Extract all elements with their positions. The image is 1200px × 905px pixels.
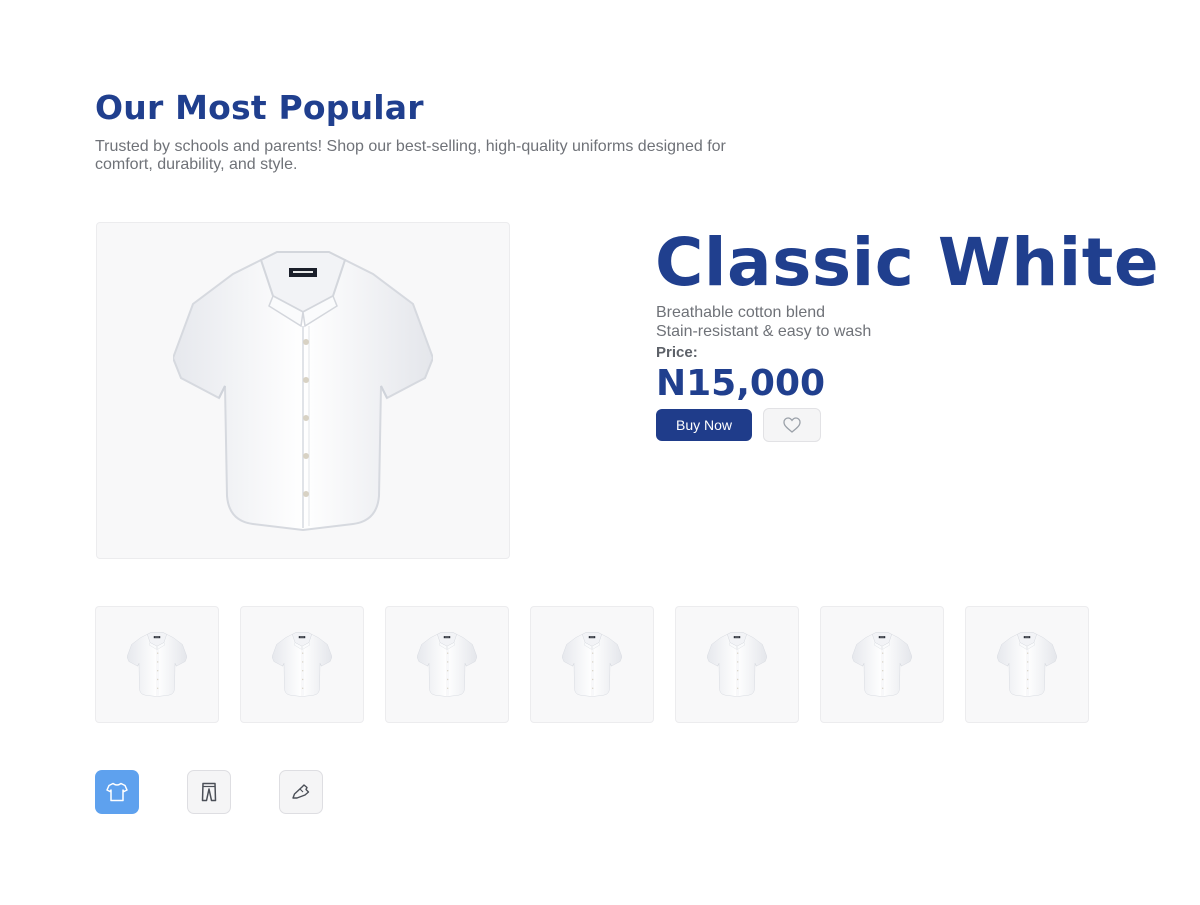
section-title: Our Most Popular (95, 88, 424, 127)
heart-icon (783, 417, 801, 433)
main-product-image (96, 222, 510, 559)
white-shirt-image (127, 631, 187, 698)
thumbnail[interactable] (820, 606, 944, 723)
white-shirt-image (417, 631, 477, 698)
white-shirt-image (852, 631, 912, 698)
thumbnail[interactable] (240, 606, 364, 723)
white-shirt-image (172, 246, 434, 536)
category-trousers-button[interactable] (187, 770, 231, 814)
thumbnail[interactable] (530, 606, 654, 723)
product-feature: Stain-resistant & easy to wash (656, 323, 872, 340)
category-shirts-button[interactable] (95, 770, 139, 814)
white-shirt-image (562, 631, 622, 698)
white-shirt-image (707, 631, 767, 698)
product-name: Classic White (655, 224, 1160, 301)
white-shirt-image (997, 631, 1057, 698)
thumbnail[interactable] (95, 606, 219, 723)
price-label: Price: (656, 344, 698, 361)
section-subtitle: Trusted by schools and parents! Shop our… (95, 138, 726, 173)
buy-now-button[interactable]: Buy Now (656, 409, 752, 441)
white-shirt-image (272, 631, 332, 698)
thumbnail[interactable] (965, 606, 1089, 723)
shoe-icon (292, 784, 310, 799)
thumbnail[interactable] (675, 606, 799, 723)
product-feature: Breathable cotton blend (656, 304, 826, 321)
thumbnail-gallery (95, 606, 1089, 723)
category-shoes-button[interactable] (279, 770, 323, 814)
price-value: N15,000 (656, 363, 826, 404)
shirt-icon (106, 782, 128, 802)
wishlist-button[interactable] (763, 408, 821, 442)
thumbnail[interactable] (385, 606, 509, 723)
trousers-icon (201, 782, 217, 802)
